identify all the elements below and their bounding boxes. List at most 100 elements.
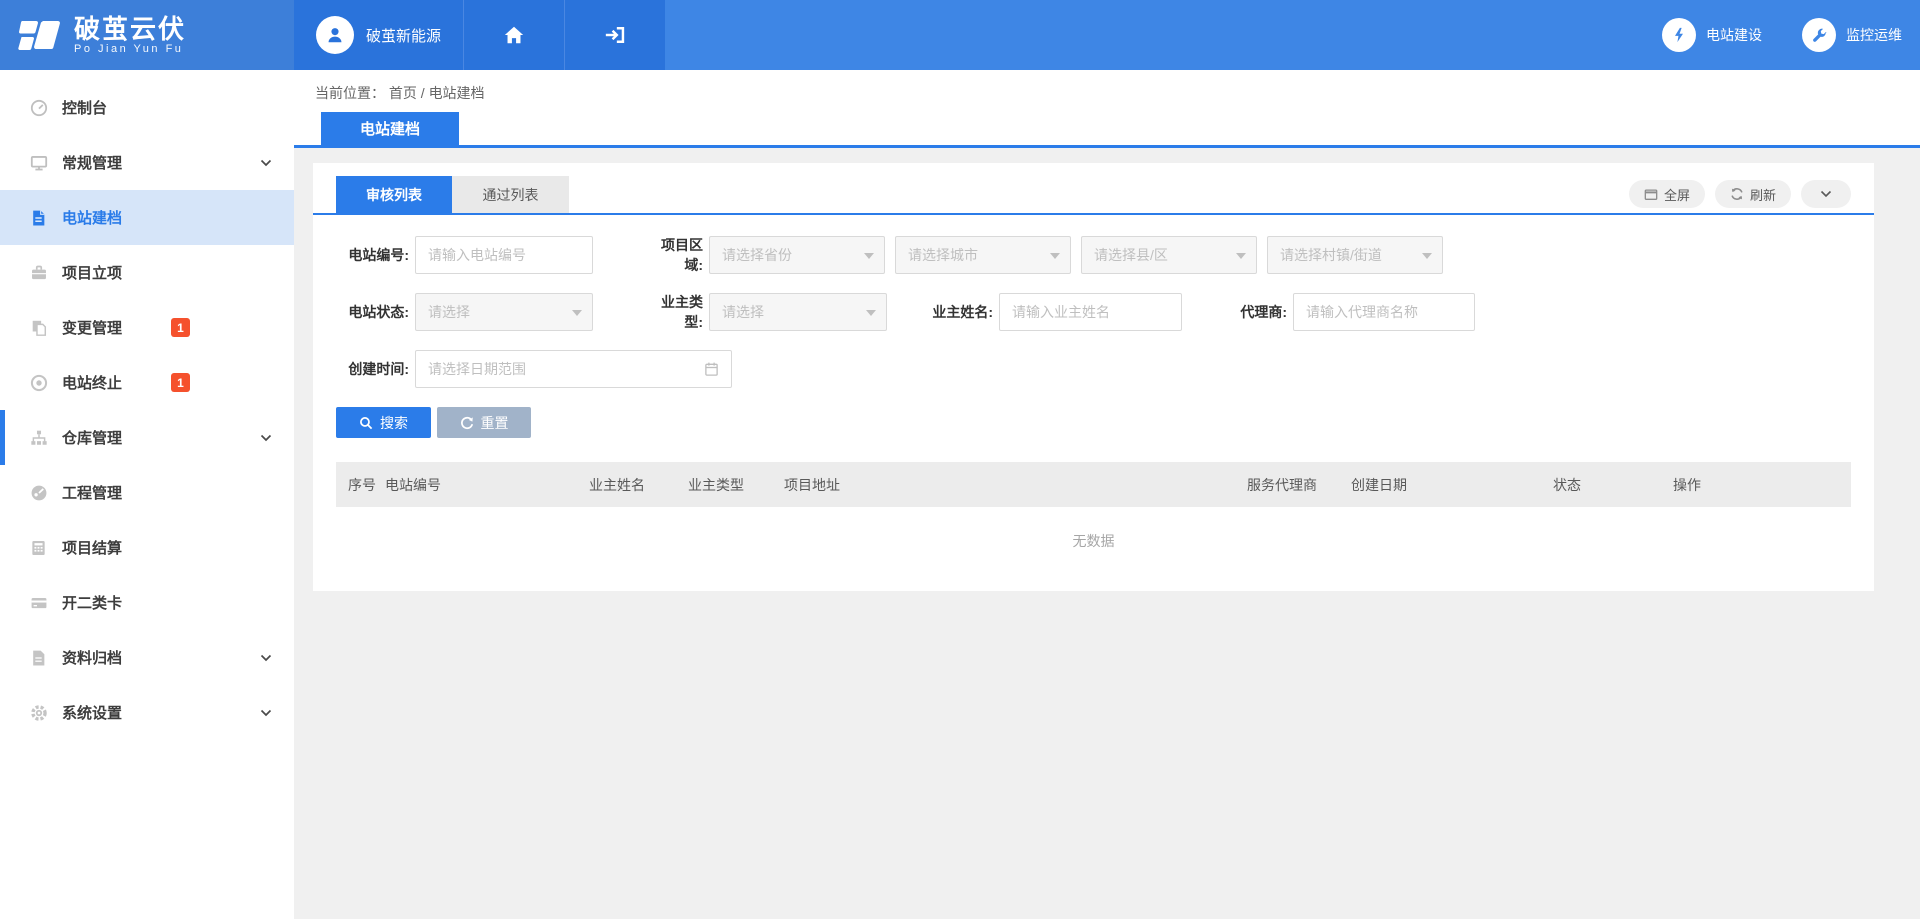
sidebar-item-change-mgmt[interactable]: 变更管理 1 <box>0 300 294 355</box>
breadcrumb-separator: / <box>421 85 425 101</box>
sidebar-item-general-mgmt[interactable]: 常规管理 <box>0 135 294 190</box>
sidebar-item-class2-card[interactable]: 开二类卡 <box>0 575 294 630</box>
sidebar-item-warehouse-mgmt[interactable]: 仓库管理 <box>0 410 294 465</box>
sidebar-label: 常规管理 <box>62 152 122 173</box>
refresh-icon <box>1730 187 1744 201</box>
agent-input[interactable] <box>1293 293 1475 331</box>
search-icon <box>359 416 373 430</box>
user-menu[interactable]: 破茧新能源 <box>294 0 463 70</box>
sidebar-item-station-terminate[interactable]: 电站终止 1 <box>0 355 294 410</box>
results-table: 序号 电站编号 业主姓名 业主类型 项目地址 服务代理商 创建日期 状态 操作 … <box>336 462 1851 551</box>
col-status: 状态 <box>1553 475 1673 495</box>
sidebar-label: 系统设置 <box>62 702 122 723</box>
col-seq: 序号 <box>348 475 385 495</box>
company-name: 破茧新能源 <box>366 25 441 46</box>
tab-passed-list[interactable]: 通过列表 <box>452 176 569 213</box>
breadcrumb-current: 电站建档 <box>429 85 485 101</box>
sidebar-label: 项目结算 <box>62 537 122 558</box>
nav-monitor-ops[interactable]: 监控运维 <box>1802 18 1902 52</box>
tab-review-list[interactable]: 审核列表 <box>336 176 452 213</box>
date-range-input[interactable]: 请选择日期范围 <box>415 350 732 388</box>
town-select[interactable]: 请选择村镇/街道 <box>1267 236 1443 274</box>
caret-down-icon <box>1050 253 1060 259</box>
sidebar-label: 开二类卡 <box>62 592 122 613</box>
filter-actions: 搜索 重置 <box>313 407 1874 438</box>
sidebar-item-system-settings[interactable]: 系统设置 <box>0 685 294 740</box>
sidebar-label: 电站建档 <box>62 207 122 228</box>
col-owner-name: 业主姓名 <box>589 475 688 495</box>
nav-monitor-ops-label: 监控运维 <box>1846 25 1902 45</box>
collapse-button[interactable] <box>1801 180 1851 208</box>
sidebar-item-engineering-mgmt[interactable]: 工程管理 <box>0 465 294 520</box>
panel-tools: 全屏 刷新 <box>1629 180 1851 208</box>
monitor-icon <box>30 154 49 171</box>
sign-out-button[interactable] <box>564 0 665 70</box>
station-no-label: 电站编号: <box>336 245 409 265</box>
city-select[interactable]: 请选择城市 <box>895 236 1071 274</box>
fullscreen-label: 全屏 <box>1664 185 1690 204</box>
breadcrumb: 当前位置： 首页 / 电站建档 <box>315 83 1920 103</box>
topbar-right: 电站建设 监控运维 <box>665 0 1920 70</box>
chevron-down-icon <box>1820 190 1832 198</box>
search-button[interactable]: 搜索 <box>336 407 431 438</box>
owner-type-label: 业主类型: <box>643 292 703 332</box>
brand-logo: 破茧云伏 Po Jian Yun Fu <box>0 0 294 70</box>
sidebar-item-project-initiation[interactable]: 项目立项 <box>0 245 294 300</box>
sidebar-label: 变更管理 <box>62 317 122 338</box>
province-placeholder: 请选择省份 <box>722 245 792 265</box>
county-placeholder: 请选择县/区 <box>1094 245 1168 265</box>
stop-circle-icon <box>30 374 49 391</box>
caret-down-icon <box>864 253 874 259</box>
home-button[interactable] <box>463 0 564 70</box>
col-service-agent: 服务代理商 <box>1247 475 1351 495</box>
station-no-input[interactable] <box>415 236 593 274</box>
sidebar-item-data-archive[interactable]: 资料归档 <box>0 630 294 685</box>
calculator-icon <box>30 539 49 556</box>
station-status-select[interactable]: 请选择 <box>415 293 593 331</box>
table-header-row: 序号 电站编号 业主姓名 业主类型 项目地址 服务代理商 创建日期 状态 操作 <box>336 462 1851 507</box>
empty-state: 无数据 <box>336 507 1851 551</box>
status-placeholder: 请选择 <box>428 302 470 322</box>
refresh-button[interactable]: 刷新 <box>1715 180 1791 208</box>
sidebar-item-station-archive[interactable]: 电站建档 <box>0 190 294 245</box>
sidebar-item-project-settlement[interactable]: 项目结算 <box>0 520 294 575</box>
page-tab-station-archive[interactable]: 电站建档 <box>321 112 459 145</box>
topbar: 破茧云伏 Po Jian Yun Fu 破茧新能源 <box>0 0 1920 70</box>
owner-type-select[interactable]: 请选择 <box>709 293 887 331</box>
main-content: 当前位置： 首页 / 电站建档 电站建档 审核列表 通过列表 全屏 <box>294 70 1920 919</box>
panel-card: 审核列表 通过列表 全屏 刷新 <box>313 163 1874 591</box>
owner-name-label: 业主姓名: <box>917 302 993 322</box>
breadcrumb-home-link[interactable]: 首页 <box>389 85 417 101</box>
filter-form: 电站编号: 项目区域: 请选择省份 请选择城市 请选择县/区 <box>313 215 1874 388</box>
reset-icon <box>460 416 474 430</box>
breadcrumb-band: 当前位置： 首页 / 电站建档 电站建档 <box>294 70 1920 148</box>
lightning-icon <box>1662 18 1696 52</box>
chevron-down-icon <box>260 159 272 167</box>
station-status-label: 电站状态: <box>336 302 409 322</box>
copy-icon <box>30 319 49 336</box>
search-label: 搜索 <box>380 413 408 433</box>
nav-station-build[interactable]: 电站建设 <box>1662 18 1762 52</box>
province-select[interactable]: 请选择省份 <box>709 236 885 274</box>
sidebar-item-console[interactable]: 控制台 <box>0 80 294 135</box>
sign-in-icon <box>604 25 626 45</box>
brand-text: 破茧云伏 Po Jian Yun Fu <box>74 15 186 55</box>
reset-button[interactable]: 重置 <box>437 407 531 438</box>
avatar[interactable] <box>316 16 354 54</box>
filter-row-3: 创建时间: 请选择日期范围 <box>336 350 1851 388</box>
refresh-label: 刷新 <box>1750 185 1776 204</box>
topbar-user-zone: 破茧新能源 <box>294 0 665 70</box>
sidebar-label: 项目立项 <box>62 262 122 283</box>
gauge-icon <box>30 484 49 501</box>
caret-down-icon <box>572 310 582 316</box>
fullscreen-button[interactable]: 全屏 <box>1629 180 1705 208</box>
county-select[interactable]: 请选择县/区 <box>1081 236 1257 274</box>
home-icon <box>503 25 525 45</box>
chevron-down-icon <box>260 434 272 442</box>
panel-tabs-bar: 审核列表 通过列表 全屏 刷新 <box>313 163 1874 215</box>
city-placeholder: 请选择城市 <box>908 245 978 265</box>
filter-row-2: 电站状态: 请选择 业主类型: 请选择 业主姓名: 代理商: <box>336 293 1851 331</box>
document-icon <box>30 209 49 226</box>
badge-count: 1 <box>171 318 190 337</box>
owner-name-input[interactable] <box>999 293 1182 331</box>
